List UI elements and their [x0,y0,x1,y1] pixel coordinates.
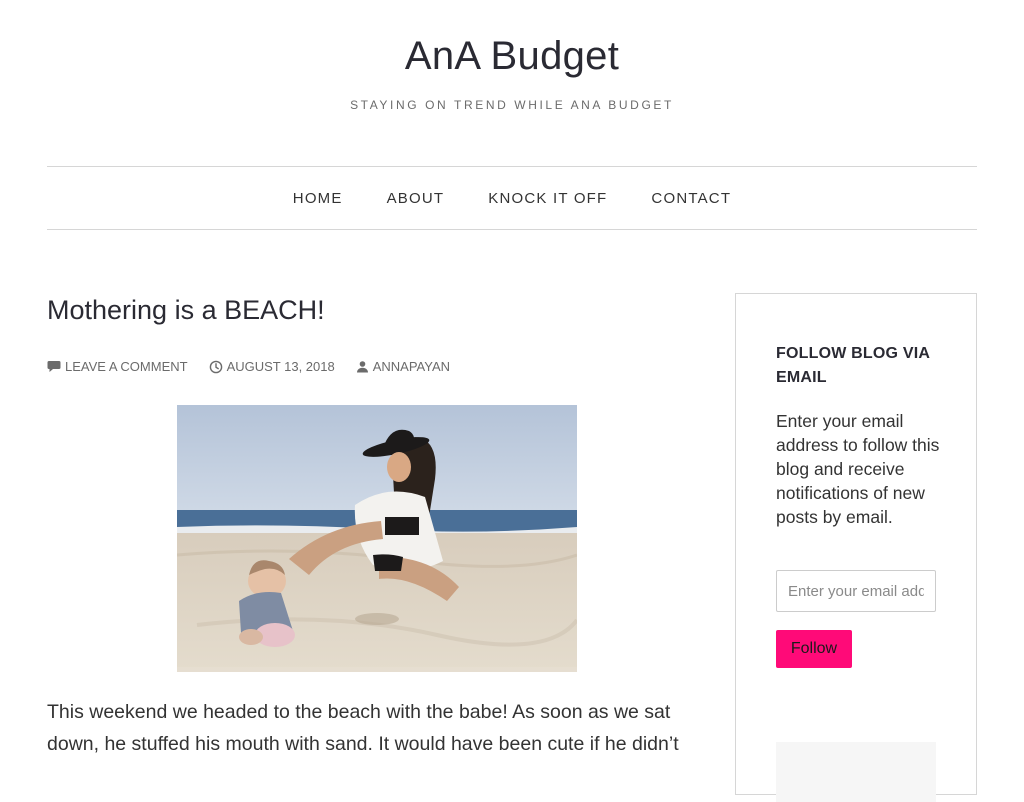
post-author-label: ANNAPAYAN [372,359,451,374]
main-navigation: HOME ABOUT KNOCK IT OFF CONTACT [47,166,977,230]
nav-item-home[interactable]: HOME [293,190,343,207]
post-meta: LEAVE A COMMENT AUGUST 13, 2018 ANNAPAYA… [47,359,471,374]
post-title[interactable]: Mothering is a BEACH! [47,295,325,326]
nav-item-contact[interactable]: CONTACT [651,190,731,207]
email-field[interactable] [776,570,936,612]
post-date-label: AUGUST 13, 2018 [226,359,335,374]
post-excerpt: This weekend we headed to the beach with… [47,701,679,755]
post-featured-image[interactable] [177,405,577,672]
clock-icon [209,360,222,373]
post-date-link[interactable]: AUGUST 13, 2018 [209,359,335,374]
follow-button[interactable]: Follow [776,630,852,668]
comments-link-label: LEAVE A COMMENT [65,359,188,374]
site-title[interactable]: AnA Budget [0,34,1024,79]
site-tagline: STAYING ON TREND WHILE ANA BUDGET [350,98,674,112]
comment-bubble-icon [47,361,61,372]
widget-description: Enter your email address to follow this … [776,411,940,527]
sidebar-follow-widget: FOLLOW BLOG VIA EMAIL Enter your email a… [735,293,977,802]
next-widget-placeholder [776,742,936,802]
widget-title: FOLLOW BLOG VIA EMAIL [776,345,930,386]
person-icon [356,361,368,373]
post-author-link[interactable]: ANNAPAYAN [356,359,450,374]
nav-item-knock-it-off[interactable]: KNOCK IT OFF [488,190,607,207]
comments-link[interactable]: LEAVE A COMMENT [47,359,188,374]
nav-item-about[interactable]: ABOUT [387,190,445,207]
